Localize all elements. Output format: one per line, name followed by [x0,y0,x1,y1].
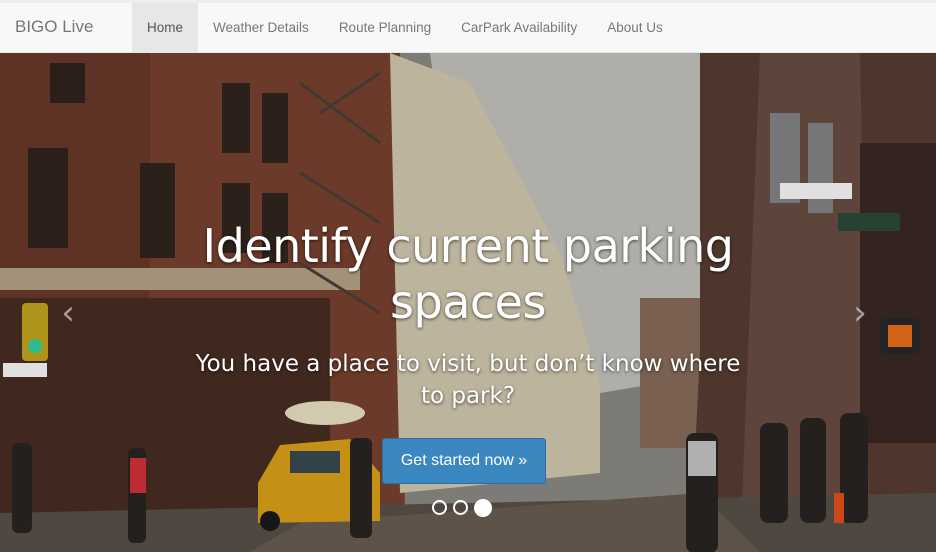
nav-carpark-availability[interactable]: CarPark Availability [446,3,592,53]
hero-carousel: ‹ › Identify current parking spaces You … [0,53,936,552]
nav-about-us[interactable]: About Us [592,3,678,53]
main-nav: Home Weather Details Route Planning CarP… [132,3,678,53]
carousel-caption: Identify current parking spaces You have… [150,218,786,412]
brand-link[interactable]: BIGO Live [15,17,93,37]
nav-route-planning[interactable]: Route Planning [324,3,446,53]
carousel-indicator-3[interactable] [474,499,492,517]
nav-weather-details[interactable]: Weather Details [198,3,324,53]
get-started-button[interactable]: Get started now » [382,438,546,484]
carousel-indicator-2[interactable] [453,500,468,515]
chevron-right-icon[interactable]: › [845,293,875,333]
hero-heading: Identify current parking spaces [202,219,734,329]
carousel-indicators [432,499,492,517]
nav-home[interactable]: Home [132,3,199,53]
top-navbar: BIGO Live Home Weather Details Route Pla… [0,0,936,53]
chevron-left-icon[interactable]: ‹ [53,293,83,333]
hero-subheading: You have a place to visit, but don’t kno… [195,351,741,409]
carousel-indicator-1[interactable] [432,500,447,515]
